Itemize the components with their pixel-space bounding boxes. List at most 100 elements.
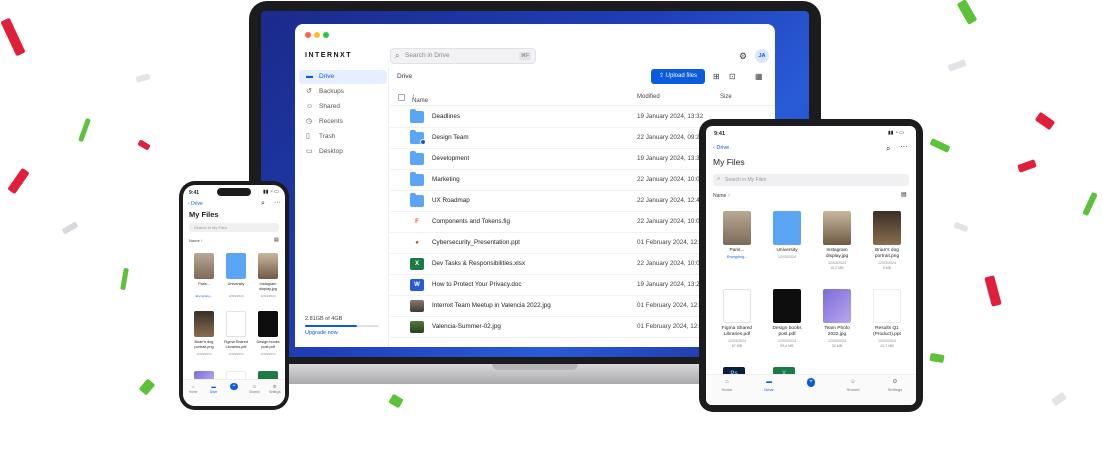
app-logo: INTERNXT bbox=[305, 52, 352, 59]
file-tile[interactable]: Instagram display.jpg 12/03/2024 bbox=[253, 253, 283, 309]
window-minimize-button[interactable] bbox=[314, 32, 320, 38]
trash-icon: ▯ bbox=[306, 133, 310, 140]
photo-thumbnail bbox=[194, 253, 214, 279]
tablet-sort-control[interactable]: Name ↑ bbox=[713, 193, 730, 199]
photo-thumbnail bbox=[258, 253, 278, 279]
tab-drive[interactable]: ▬ Drive bbox=[203, 382, 223, 402]
file-tile-name: Design books post.pdf bbox=[256, 340, 280, 349]
file-tile-size: 30 MB bbox=[831, 344, 843, 348]
tablet-back-link[interactable]: ‹ Drive bbox=[713, 145, 729, 151]
sidebar-item-desktop[interactable]: ▭ Desktop bbox=[299, 145, 387, 159]
column-modified-header[interactable]: Modified bbox=[637, 94, 660, 100]
grid-view-icon[interactable]: ▤ bbox=[274, 237, 279, 243]
grid-view-icon[interactable]: ▤ bbox=[901, 191, 907, 198]
file-tile-meta: 12/03/2024 bbox=[228, 352, 244, 356]
sidebar-item-drive[interactable]: ▬ Drive bbox=[299, 70, 387, 84]
file-tile-meta: 12/03/2024 bbox=[228, 294, 244, 298]
file-tile-size: 16,2 MB bbox=[830, 266, 844, 270]
file-modified-date: 22 January 2024, 10:0 bbox=[637, 176, 700, 183]
tablet-search-input[interactable]: ⌕ Search in My Files bbox=[713, 174, 909, 186]
file-tile[interactable]: Brian's dog portrait.png 12/03/2024 bbox=[189, 311, 219, 367]
new-folder-icon[interactable]: ⊞ bbox=[713, 72, 720, 81]
photo-thumbnail bbox=[410, 300, 424, 312]
file-tile[interactable]: Instagram display.jpg 12/03/2024 16,2 MB bbox=[816, 211, 858, 285]
tab-shared[interactable]: ☺ Shared bbox=[244, 382, 264, 402]
tab-shared[interactable]: ☺ Shared bbox=[832, 377, 874, 401]
pdf-thumbnail bbox=[258, 311, 278, 337]
gear-icon[interactable]: ⚙ bbox=[739, 51, 747, 62]
window-maximize-button[interactable] bbox=[323, 32, 329, 38]
pdf-thumbnail bbox=[723, 289, 751, 323]
excel-file-icon: X bbox=[410, 258, 424, 270]
confetti bbox=[929, 138, 951, 153]
upload-files-button[interactable]: ⇪ Upload files bbox=[651, 69, 705, 84]
tab-home[interactable]: ⌂ Home bbox=[183, 382, 203, 402]
more-icon[interactable]: ··· bbox=[900, 142, 908, 151]
sidebar-item-recents[interactable]: ◷ Recents bbox=[299, 115, 387, 129]
avatar[interactable]: JA bbox=[755, 49, 769, 63]
file-modified-date: 19 January 2024, 13:2 bbox=[637, 281, 700, 288]
tab-settings[interactable]: ⚙ Settings bbox=[265, 382, 285, 402]
confetti bbox=[388, 393, 404, 409]
sidebar-item-trash[interactable]: ▯ Trash bbox=[299, 130, 387, 144]
file-tile[interactable]: Results Q1 (Product).ppt 12/03/2024 42,7 M… bbox=[866, 289, 908, 363]
file-modified-date: 22 January 2024, 12:4 bbox=[637, 197, 700, 204]
file-tile-name: University bbox=[776, 248, 798, 253]
file-tile-name: Paris... bbox=[729, 248, 745, 253]
grid-view-icon[interactable]: ▦ bbox=[755, 72, 763, 81]
column-name-label: Name bbox=[412, 98, 429, 104]
add-button[interactable]: + bbox=[224, 382, 244, 402]
folder-icon: ▬ bbox=[306, 73, 313, 80]
phone-sort-control[interactable]: Name ↑ bbox=[189, 238, 203, 243]
phone-page-title: My Files bbox=[189, 210, 219, 219]
file-tile[interactable]: Figma Shared Libraries.pdf 12/03/2024 bbox=[221, 311, 251, 367]
file-tile[interactable]: University 12/03/2024 bbox=[766, 211, 808, 285]
sidebar-item-label: Drive bbox=[319, 73, 335, 80]
file-tile[interactable]: Brian's dog portrait.png 12/03/2024 8 MB bbox=[866, 211, 908, 285]
column-size-header[interactable]: Size bbox=[720, 94, 732, 100]
search-icon[interactable]: ⌕ bbox=[261, 200, 265, 208]
file-name: How to Protect Your Privacy.doc bbox=[432, 281, 522, 288]
file-tile[interactable]: Team Photo 2022.jpg 12/03/2024 30 MB bbox=[816, 289, 858, 363]
select-all-checkbox[interactable] bbox=[398, 94, 405, 101]
tab-label: Settings bbox=[887, 386, 903, 392]
tab-label: Home bbox=[721, 386, 733, 392]
storage-usage-fill bbox=[305, 325, 357, 327]
file-tile[interactable]: Paris... Encrypting... bbox=[189, 253, 219, 309]
tab-label: Settings bbox=[269, 389, 281, 394]
file-name: Marketing bbox=[432, 176, 460, 183]
sidebar-item-backups[interactable]: ↺ Backups bbox=[299, 85, 387, 99]
file-tile[interactable]: Figma Shared Libraries.pdf 12/03/2024 87 M… bbox=[716, 289, 758, 363]
upload-folder-icon[interactable]: ⊡ bbox=[729, 72, 736, 81]
phone-back-link[interactable]: ‹ Drive bbox=[188, 201, 203, 207]
column-name-header[interactable]: Name ↑ bbox=[412, 94, 428, 104]
tab-home[interactable]: ⌂ Home bbox=[706, 377, 748, 401]
window-close-button[interactable] bbox=[305, 32, 311, 38]
file-name: Design Team bbox=[432, 134, 469, 141]
search-shortcut: ⌘F bbox=[518, 52, 531, 60]
confetti bbox=[0, 17, 26, 57]
folder-icon bbox=[410, 193, 424, 207]
file-tile[interactable]: Design books post.pdf 12/03/2024 99,8 MB bbox=[766, 289, 808, 363]
search-input[interactable]: ⌕ Search in Drive ⌘F bbox=[390, 48, 536, 64]
breadcrumb[interactable]: Drive bbox=[397, 73, 412, 80]
folder-icon: ▬ bbox=[211, 384, 216, 389]
file-tile[interactable]: Design books post.pdf 12/03/2024 bbox=[253, 311, 283, 367]
add-button[interactable]: + bbox=[790, 377, 832, 401]
upgrade-link[interactable]: Upgrade now bbox=[305, 330, 338, 336]
phone-search-input[interactable]: Search in My Files bbox=[189, 223, 279, 232]
file-tile[interactable]: Paris... Encrypting... bbox=[716, 211, 758, 285]
tab-drive[interactable]: ▬ Drive bbox=[748, 377, 790, 401]
file-tile-size: 99,8 MB bbox=[780, 344, 794, 348]
tablet-status-time: 9:41 bbox=[714, 131, 726, 137]
tablet-page-title: My Files bbox=[713, 157, 745, 167]
search-icon[interactable]: ⌕ bbox=[886, 144, 890, 154]
shared-badge-icon bbox=[420, 139, 426, 145]
more-icon[interactable]: ··· bbox=[274, 199, 281, 206]
file-tile-name: Design books post.pdf bbox=[772, 326, 802, 337]
tab-settings[interactable]: ⚙ Settings bbox=[874, 377, 916, 401]
sidebar-item-shared[interactable]: ☺ Shared bbox=[299, 100, 387, 114]
file-tile[interactable]: University 12/03/2024 bbox=[221, 253, 251, 309]
upload-icon: ⇪ bbox=[658, 73, 666, 79]
tablet-sort-label: Name bbox=[713, 193, 727, 199]
